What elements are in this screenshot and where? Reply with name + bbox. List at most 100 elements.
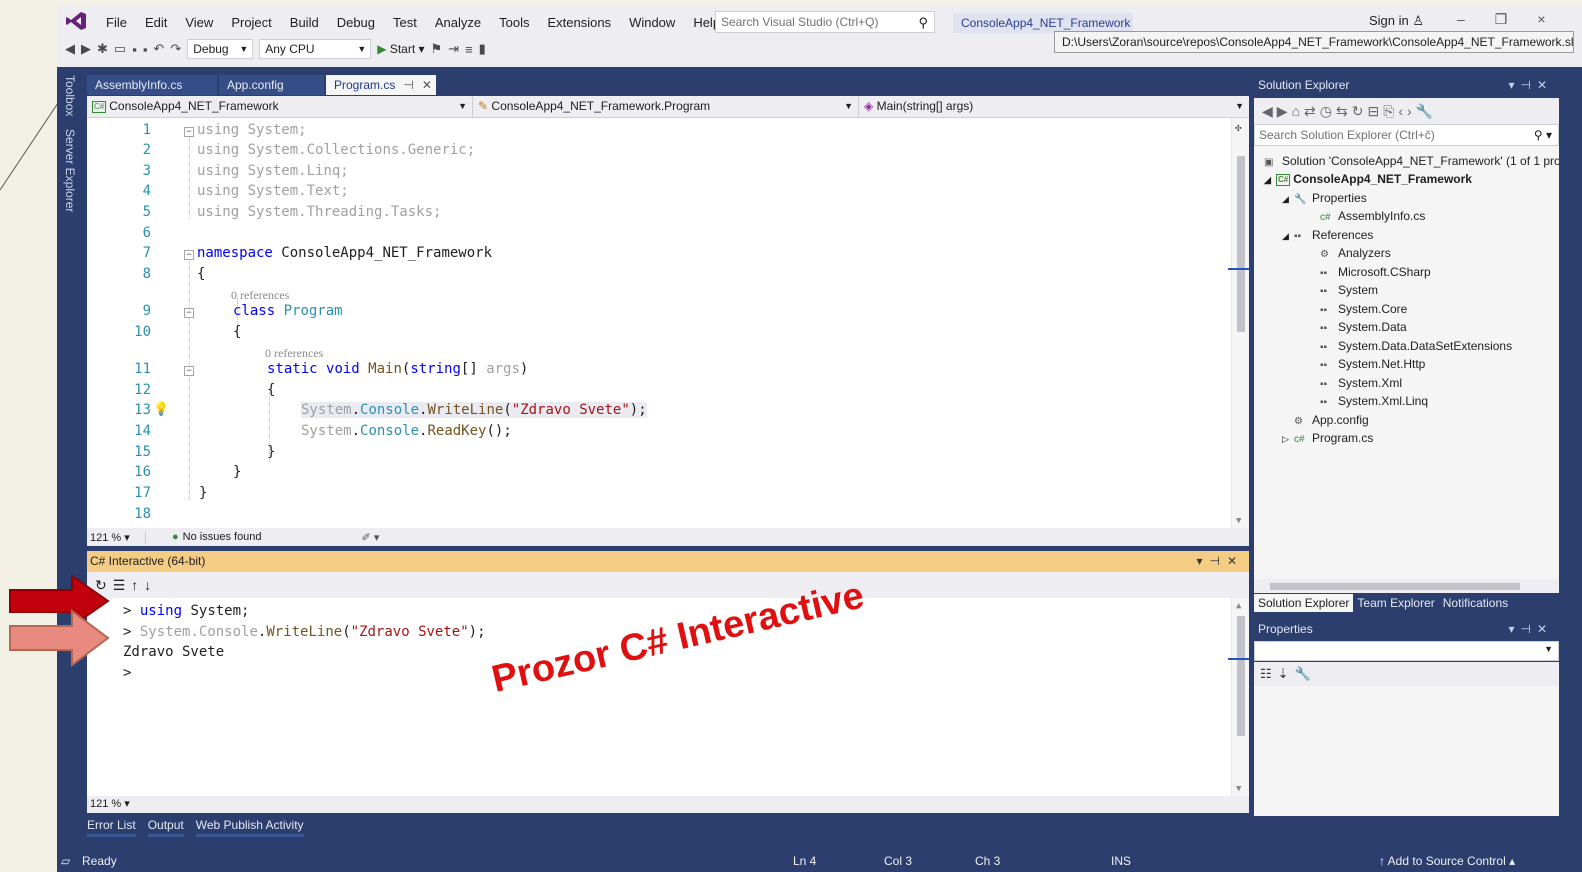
- editor-zoom-select[interactable]: 121 % ▾: [90, 530, 146, 544]
- repl-prompt[interactable]: >: [123, 665, 131, 681]
- tab-app-config[interactable]: App.config: [219, 75, 324, 95]
- add-to-source-control-button[interactable]: ↑ Add to Source Control ▴: [1379, 850, 1515, 872]
- toolbox-tab[interactable]: Toolbox: [63, 75, 77, 116]
- configuration-select[interactable]: Debug ▼: [187, 39, 254, 59]
- split-icon[interactable]: ✣: [1235, 121, 1242, 134]
- menu-view[interactable]: View: [176, 14, 222, 32]
- dropdown-icon[interactable]: ▾: [1508, 78, 1520, 92]
- menu-extensions[interactable]: Extensions: [538, 14, 620, 32]
- scroll-thumb[interactable]: [1270, 583, 1520, 590]
- new-project-icon[interactable]: ✱: [97, 41, 108, 57]
- chevron-down-icon[interactable]: ▼: [1236, 516, 1241, 526]
- pin-icon[interactable]: ⊣: [1209, 554, 1226, 568]
- refresh-icon[interactable]: ↻: [1352, 103, 1368, 119]
- expanded-icon[interactable]: ◢: [1282, 190, 1294, 208]
- dropdown-icon[interactable]: ▾: [1508, 622, 1520, 636]
- collapse-icon[interactable]: −: [184, 127, 194, 137]
- tree-ref-microsoft-csharp[interactable]: ▪▪ Microsoft.CSharp: [1320, 263, 1431, 281]
- collapse-all-icon[interactable]: ⊟: [1367, 103, 1383, 119]
- chevron-up-icon[interactable]: ▲: [1236, 601, 1241, 611]
- interactive-zoom-select[interactable]: 121 % ▾: [90, 798, 130, 810]
- dropdown-icon[interactable]: ▾: [1196, 554, 1209, 568]
- property-pages-icon[interactable]: 🔧: [1295, 666, 1317, 681]
- back-icon[interactable]: ◀: [1262, 103, 1277, 119]
- code-editor[interactable]: 1− using System; 2 using System.Collection…: [87, 118, 1250, 528]
- pin-icon[interactable]: ⊣: [403, 78, 413, 92]
- start-button[interactable]: ▶ Start ▾: [377, 42, 424, 56]
- properties-object-select[interactable]: ▼: [1254, 641, 1559, 661]
- scroll-thumb[interactable]: [1237, 616, 1245, 736]
- history-up-icon[interactable]: ↑: [131, 577, 144, 593]
- step-icon[interactable]: ⇥: [448, 41, 459, 57]
- pin-icon[interactable]: ⊣: [1520, 622, 1536, 636]
- tree-references[interactable]: ◢ ▪▪ References: [1282, 226, 1373, 244]
- tree-assemblyinfo[interactable]: c# AssemblyInfo.cs: [1320, 207, 1425, 225]
- menu-debug[interactable]: Debug: [328, 14, 384, 32]
- save-icon[interactable]: ▪: [132, 42, 137, 57]
- solution-search-input[interactable]: Search Solution Explorer (Ctrl+č) ⚲ ▾: [1254, 124, 1559, 146]
- menu-window[interactable]: Window: [620, 14, 684, 32]
- menu-analyze[interactable]: Analyze: [426, 14, 490, 32]
- forward-icon[interactable]: ▶: [1277, 103, 1292, 119]
- clear-icon[interactable]: ☰: [113, 577, 132, 593]
- tab-output[interactable]: Output: [147, 818, 184, 837]
- menu-test[interactable]: Test: [384, 14, 426, 32]
- scroll-thumb[interactable]: [1237, 156, 1245, 332]
- sign-in-button[interactable]: Sign in ♙: [1369, 13, 1424, 29]
- tab-error-list[interactable]: Error List: [87, 818, 136, 837]
- alphabetical-icon[interactable]: ⇣: [1278, 666, 1295, 681]
- collapse-icon[interactable]: −: [184, 308, 194, 318]
- open-file-icon[interactable]: ▭: [114, 41, 126, 57]
- menu-edit[interactable]: Edit: [136, 14, 176, 32]
- tree-ref-analyzers[interactable]: ⚙ Analyzers: [1320, 244, 1391, 262]
- codelens-references[interactable]: 0 references: [265, 346, 323, 361]
- tree-project[interactable]: ◢ C# ConsoleApp4_NET_Framework: [1264, 170, 1472, 188]
- brush-icon[interactable]: ✐ ▾: [362, 531, 380, 544]
- chevron-down-icon[interactable]: ▼: [1236, 784, 1241, 794]
- tab-assemblyinfo[interactable]: AssemblyInfo.cs: [87, 75, 217, 95]
- editor-vertical-scrollbar[interactable]: ✣ ▼: [1228, 118, 1250, 528]
- show-all-files-icon[interactable]: ⎘: [1383, 103, 1398, 119]
- back-icon[interactable]: ◀: [65, 41, 75, 57]
- tab-solution-explorer[interactable]: Solution Explorer: [1254, 594, 1354, 612]
- undo-icon[interactable]: ↶: [153, 41, 164, 57]
- pin-icon[interactable]: ⊣: [1520, 78, 1536, 92]
- issues-label[interactable]: No issues found: [183, 531, 262, 543]
- tree-program-cs[interactable]: ▷ c# Program.cs: [1282, 429, 1373, 447]
- menu-build[interactable]: Build: [281, 14, 328, 32]
- code-view-icon[interactable]: ‹›: [1398, 103, 1415, 119]
- properties-wrench-icon[interactable]: 🔧: [1416, 103, 1437, 119]
- tree-ref-system-xml-linq[interactable]: ▪▪ System.Xml.Linq: [1320, 392, 1428, 410]
- tab-program-cs[interactable]: Program.cs ⊣ ✕: [326, 75, 436, 95]
- close-icon[interactable]: ✕: [1537, 78, 1553, 92]
- tab-web-publish[interactable]: Web Publish Activity: [195, 818, 304, 837]
- platform-select[interactable]: Any CPU ▼: [259, 39, 372, 59]
- interactive-scrollbar[interactable]: ▲ ▼: [1228, 598, 1250, 796]
- save-all-icon[interactable]: ▪: [143, 42, 148, 57]
- tab-team-explorer[interactable]: Team Explorer: [1353, 594, 1438, 612]
- menu-tools[interactable]: Tools: [490, 14, 538, 32]
- sync-icon[interactable]: ⇆: [1336, 103, 1352, 119]
- lightbulb-icon[interactable]: 💡: [153, 402, 169, 417]
- history-down-icon[interactable]: ↓: [144, 577, 157, 593]
- close-tab-icon[interactable]: ✕: [422, 78, 432, 92]
- browser-link-icon[interactable]: ⚑: [431, 41, 443, 57]
- comment-icon[interactable]: ≡: [465, 42, 473, 57]
- expanded-icon[interactable]: ◢: [1264, 171, 1276, 189]
- tree-ref-system-net-http[interactable]: ▪▪ System.Net.Http: [1320, 355, 1425, 373]
- forward-icon[interactable]: ▶: [81, 41, 91, 57]
- bookmark-icon[interactable]: ▮: [479, 41, 486, 57]
- history-icon[interactable]: ◷: [1320, 103, 1336, 119]
- search-input[interactable]: Search Visual Studio (Ctrl+Q) ⚲: [715, 11, 935, 33]
- member-dropdown[interactable]: ◈ Main(string[] args) ▼: [859, 96, 1249, 118]
- menu-project[interactable]: Project: [222, 14, 280, 32]
- categorized-icon[interactable]: ☷: [1260, 666, 1278, 681]
- tree-properties[interactable]: ◢ 🔧 Properties: [1282, 189, 1367, 207]
- codelens-references[interactable]: 0 references: [231, 288, 289, 303]
- tree-ref-system-core[interactable]: ▪▪ System.Core: [1320, 300, 1407, 318]
- close-icon[interactable]: ×: [1537, 11, 1575, 27]
- collapsed-icon[interactable]: ▷: [1282, 430, 1294, 448]
- switch-views-icon[interactable]: ⇄: [1304, 103, 1320, 119]
- tree-ref-system[interactable]: ▪▪ System: [1320, 281, 1378, 299]
- tree-solution[interactable]: ▣ Solution 'ConsoleApp4_NET_Framework' (1…: [1264, 152, 1559, 170]
